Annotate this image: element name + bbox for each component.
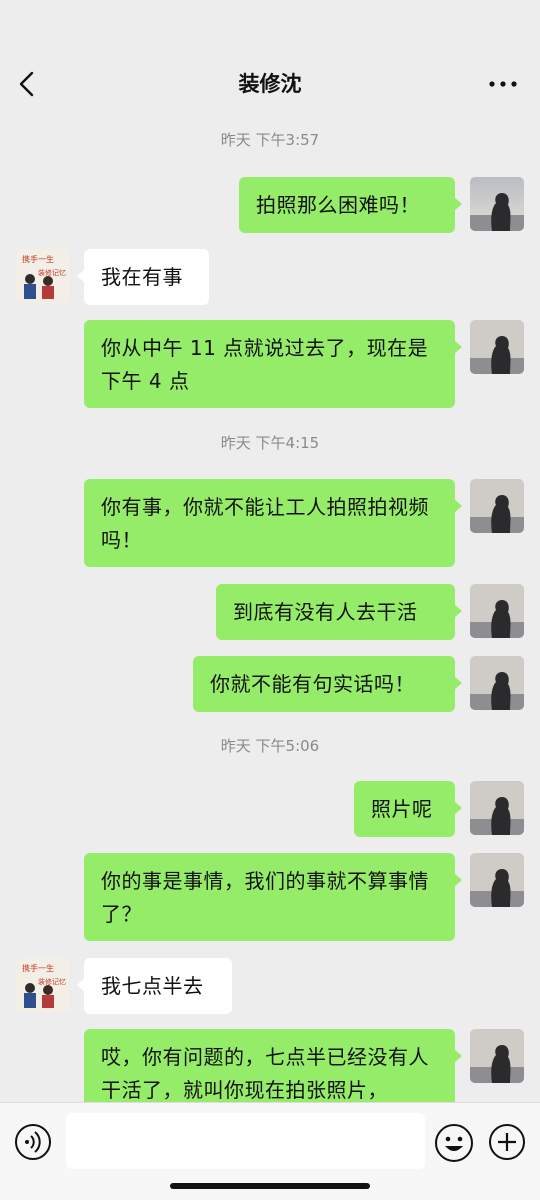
voice-icon[interactable] <box>14 1123 52 1161</box>
avatar-self[interactable] <box>470 584 524 638</box>
avatar-contact[interactable]: 携手一生装修记忆 <box>16 958 70 1012</box>
avatar-self[interactable] <box>470 479 524 533</box>
plus-icon[interactable] <box>488 1123 526 1161</box>
avatar-self[interactable] <box>470 177 524 231</box>
message-bubble-received[interactable]: 我七点半去 <box>77 958 232 1014</box>
message-bubble-received[interactable]: 我在有事 <box>77 249 209 305</box>
message-bubble-sent[interactable]: 你从中午 11 点就说过去了，现在是下午 4 点 <box>84 320 462 408</box>
avatar-self[interactable] <box>470 853 524 907</box>
more-horizontal-icon[interactable] <box>488 78 518 90</box>
timestamp: 昨天 下午5:06 <box>220 737 320 755</box>
avatar-self[interactable] <box>470 656 524 710</box>
message-bubble-sent[interactable]: 你有事，你就不能让工人拍照拍视频吗！ <box>84 479 462 567</box>
avatar-contact[interactable]: 携手一生装修记忆 <box>16 249 70 303</box>
top-bar: 装修沈 <box>0 0 540 118</box>
message-bubble-sent[interactable]: 拍照那么困难吗！ <box>239 177 462 233</box>
emoji-icon[interactable] <box>434 1123 474 1163</box>
svg-text:装修记忆: 装修记忆 <box>38 268 66 277</box>
timestamp: 昨天 下午4:15 <box>220 434 320 452</box>
avatar-self[interactable] <box>470 1029 524 1083</box>
avatar-self[interactable] <box>470 320 524 374</box>
message-bubble-sent[interactable]: 照片呢 <box>354 781 462 837</box>
chat-title: 装修沈 <box>238 72 302 96</box>
message-bubble-sent[interactable]: 你的事是事情，我们的事就不算事情了？ <box>84 853 462 941</box>
chat-messages[interactable]: 昨天 下午3:57 拍照那么困难吗！ 携手一生 装修记忆 我在有事 你从中午 11… <box>0 118 540 1102</box>
message-bubble-sent[interactable]: 你就不能有句实话吗！ <box>193 656 462 712</box>
home-indicator[interactable] <box>170 1183 370 1189</box>
svg-text:携手一生: 携手一生 <box>22 254 54 264</box>
svg-text:装修记忆: 装修记忆 <box>38 977 66 986</box>
message-bubble-sent[interactable]: 哎，你有问题的，七点半已经没有人干活了，就叫你现在拍张照片， <box>84 1029 462 1102</box>
avatar-self[interactable] <box>470 781 524 835</box>
message-input[interactable] <box>66 1113 425 1169</box>
svg-text:携手一生: 携手一生 <box>22 963 54 973</box>
timestamp: 昨天 下午3:57 <box>220 131 320 149</box>
message-bubble-sent[interactable]: 到底有没有人去干活 <box>216 584 462 640</box>
